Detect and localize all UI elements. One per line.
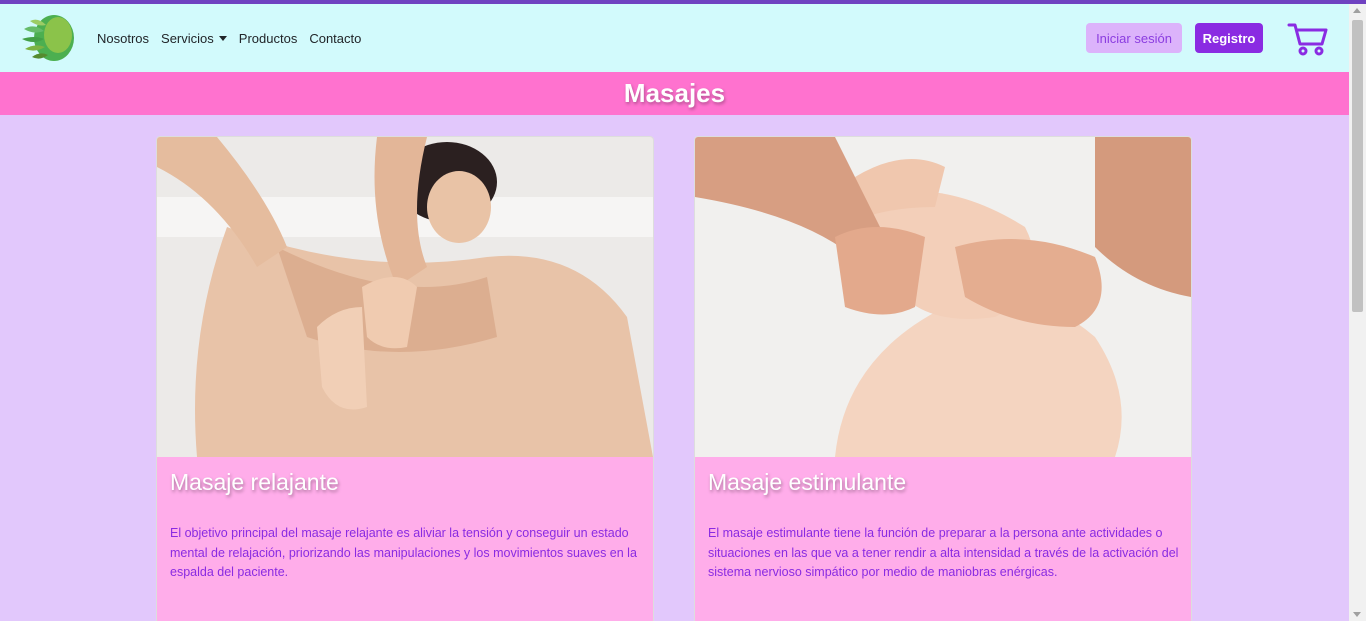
section-banner: Masajes [0,72,1349,115]
scrollbar-thumb[interactable] [1352,20,1363,312]
chevron-down-icon [218,35,227,41]
cart-icon[interactable] [1287,22,1329,56]
scroll-down-arrow-icon[interactable] [1353,612,1361,617]
nav-link-servicios[interactable]: Servicios [161,31,227,46]
register-button[interactable]: Registro [1195,23,1263,53]
card-title: Masaje relajante [170,469,339,495]
service-card: Masaje estimulante El masaje estimulante… [694,136,1192,621]
card-description: El objetivo principal del masaje relajan… [170,526,637,579]
scroll-up-arrow-icon[interactable] [1353,8,1361,13]
relaxing-massage-image [157,137,653,457]
card-description: El masaje estimulante tiene la función d… [708,526,1179,579]
card-title: Masaje estimulante [708,469,907,495]
stimulating-massage-image [695,137,1191,457]
nav-link-contacto[interactable]: Contacto [309,31,361,46]
service-card: Masaje relajante El objetivo principal d… [156,136,654,621]
login-button[interactable]: Iniciar sesión [1086,23,1182,53]
nav-link-productos[interactable]: Productos [239,31,298,46]
nav-link-nosotros[interactable]: Nosotros [97,31,149,46]
nav-link-servicios-label: Servicios [161,30,214,46]
nav-links: Nosotros Servicios Productos Contacto [97,4,373,72]
section-title: Masajes [623,78,726,108]
navbar: Nosotros Servicios Productos Contacto In… [0,4,1349,72]
leaf-logo-icon[interactable] [20,13,76,63]
